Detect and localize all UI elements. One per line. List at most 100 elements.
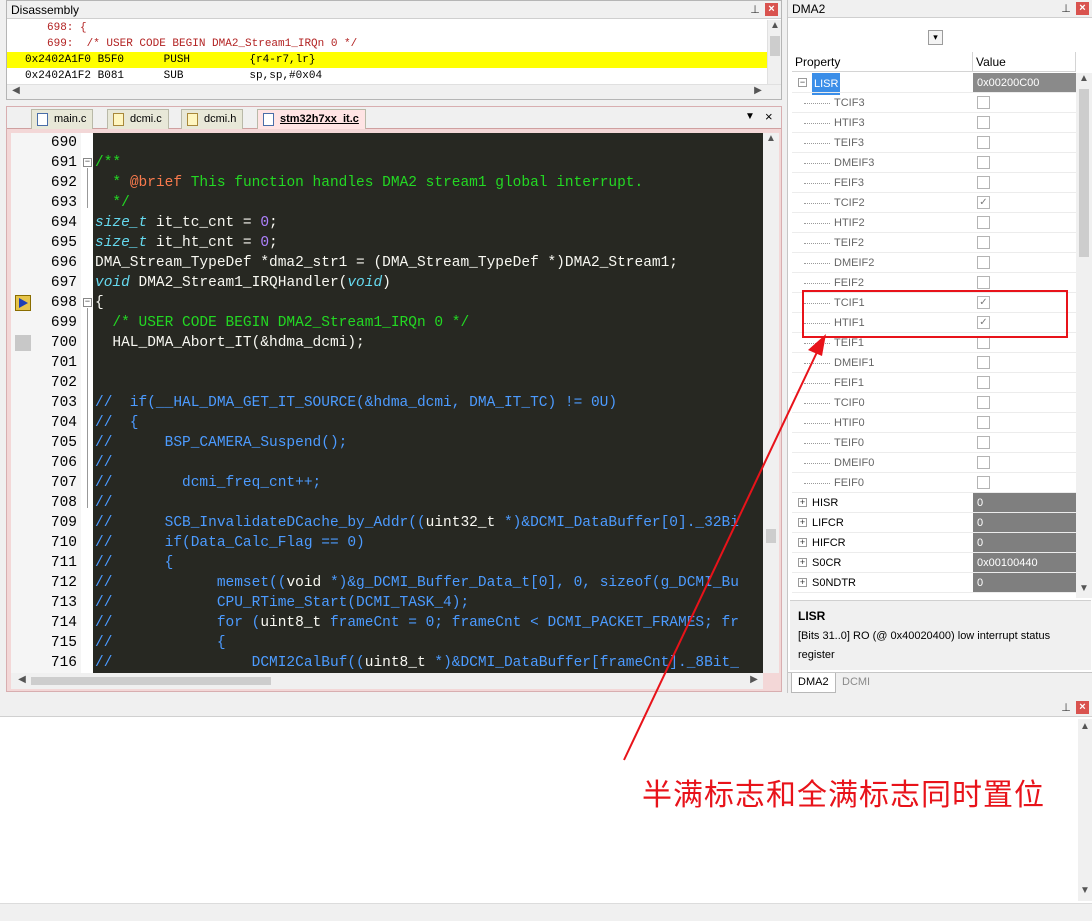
register-row[interactable]: − LISR 0x00200C00 — [792, 73, 1076, 95]
unchecked-checkbox[interactable] — [977, 416, 990, 429]
register-row[interactable]: + HIFCR 0 — [792, 533, 1076, 553]
tree-collapse-icon[interactable]: − — [798, 78, 807, 87]
scroll-down-icon[interactable]: ▼ — [1078, 885, 1092, 899]
unchecked-checkbox[interactable] — [977, 216, 990, 229]
code-line[interactable]: 702 — [11, 373, 763, 393]
execution-pointer-icon[interactable] — [15, 295, 31, 311]
code-line[interactable]: 700 HAL_DMA_Abort_IT(&hdma_dcmi); — [11, 333, 763, 353]
tab-dcmi-h[interactable]: dcmi.h — [181, 109, 244, 129]
close-icon[interactable]: × — [765, 3, 778, 16]
code-text-area[interactable]: 690 691/** −692 * @brief This function han… — [11, 133, 763, 673]
code-line[interactable]: 703 // if(__HAL_DMA_GET_IT_SOURCE(&hdma_d… — [11, 393, 763, 413]
code-line[interactable]: 716 // DCMI2CalBuf((uint8_t *)&DCMI_DataB… — [11, 653, 763, 673]
bitfield-row[interactable]: TEIF3 — [792, 133, 1076, 153]
code-line[interactable]: 709 // SCB_InvalidateDCache_by_Addr((uint… — [11, 513, 763, 533]
scroll-thumb[interactable] — [770, 36, 780, 56]
close-icon[interactable]: × — [1076, 701, 1089, 714]
property-column-header[interactable]: Property — [792, 52, 973, 72]
code-line[interactable]: 714 // for (uint8_t frameCnt = 0; frameCn… — [11, 613, 763, 633]
code-line[interactable]: 697 void DMA2_Stream1_IRQHandler(void) — [11, 273, 763, 293]
unchecked-checkbox[interactable] — [977, 96, 990, 109]
output-vertical-scrollbar[interactable]: ▲ ▼ — [1078, 719, 1092, 901]
bitfield-row[interactable]: FEIF1 — [792, 373, 1076, 393]
code-line[interactable]: 705 // BSP_CAMERA_Suspend(); — [11, 433, 763, 453]
code-line[interactable]: 712 // memset((void *)&g_DCMI_Buffer_Data… — [11, 573, 763, 593]
scroll-right-icon[interactable]: ▶ — [747, 674, 761, 688]
tab-dcmi[interactable]: DCMI — [836, 673, 876, 693]
bitfield-row[interactable]: DMEIF0 — [792, 453, 1076, 473]
code-line[interactable]: 699 /* USER CODE BEGIN DMA2_Stream1_IRQn… — [11, 313, 763, 333]
code-line[interactable]: 715 // { — [11, 633, 763, 653]
disassembly-line[interactable]: 698: { — [7, 20, 767, 36]
pin-icon[interactable]: ⊥ — [1060, 3, 1072, 15]
bitfield-row[interactable]: DMEIF3 — [792, 153, 1076, 173]
tree-expand-icon[interactable]: + — [798, 538, 807, 547]
unchecked-checkbox[interactable] — [977, 376, 990, 389]
unchecked-checkbox[interactable] — [977, 116, 990, 129]
close-icon[interactable]: × — [1076, 2, 1089, 15]
value-column-header[interactable]: Value — [973, 52, 1076, 72]
fold-collapse-icon[interactable]: − — [83, 158, 92, 167]
disassembly-line[interactable]: 0x2402A1F0 B5F0 PUSH {r4-r7,lr} — [7, 52, 767, 68]
disassembly-horizontal-scrollbar[interactable]: ◀ ▶ — [7, 84, 781, 99]
bitfield-row[interactable]: TCIF2 ✓ — [792, 193, 1076, 213]
code-line[interactable]: 701 — [11, 353, 763, 373]
tree-expand-icon[interactable]: + — [798, 558, 807, 567]
tree-expand-icon[interactable]: + — [798, 578, 807, 587]
pin-icon[interactable]: ⊥ — [1060, 702, 1072, 714]
peripheral-select-dropdown[interactable]: ▾ — [928, 30, 943, 45]
pin-icon[interactable]: ⊥ — [749, 4, 761, 16]
disassembly-listing[interactable]: 698: {699: /* USER CODE BEGIN DMA2_Strea… — [7, 20, 767, 84]
property-value-cell[interactable]: 0 — [973, 513, 1076, 533]
code-line[interactable]: 706 // — [11, 453, 763, 473]
code-line[interactable]: 691 /** − — [11, 153, 763, 173]
code-line[interactable]: 713 // CPU_RTime_Start(DCMI_TASK_4); — [11, 593, 763, 613]
unchecked-checkbox[interactable] — [977, 256, 990, 269]
bitfield-row[interactable]: TEIF2 — [792, 233, 1076, 253]
code-line[interactable]: 707 // dcmi_freq_cnt++; — [11, 473, 763, 493]
unchecked-checkbox[interactable] — [977, 156, 990, 169]
scroll-up-icon[interactable]: ▲ — [768, 20, 782, 34]
scroll-thumb[interactable] — [31, 677, 271, 685]
tab-close-icon[interactable]: × — [765, 109, 773, 124]
tree-expand-icon[interactable]: + — [798, 518, 807, 527]
tree-expand-icon[interactable]: + — [798, 498, 807, 507]
code-line[interactable]: 695 size_t it_ht_cnt = 0; — [11, 233, 763, 253]
tab-dcmi-c[interactable]: dcmi.c — [107, 109, 169, 129]
bitfield-row[interactable]: DMEIF1 — [792, 353, 1076, 373]
unchecked-checkbox[interactable] — [977, 176, 990, 189]
unchecked-checkbox[interactable] — [977, 396, 990, 409]
scroll-up-icon[interactable]: ▲ — [1078, 721, 1092, 735]
bitfield-row[interactable]: FEIF0 — [792, 473, 1076, 493]
bitfield-row[interactable]: TCIF0 — [792, 393, 1076, 413]
code-line[interactable]: 693 */ — [11, 193, 763, 213]
bitfield-row[interactable]: TEIF0 — [792, 433, 1076, 453]
tab-stm32h7xx-it-c[interactable]: stm32h7xx_it.c — [257, 109, 366, 129]
property-value-cell[interactable]: 0x00100440 — [973, 553, 1076, 573]
code-line[interactable]: 711 // { — [11, 553, 763, 573]
disassembly-line[interactable]: 0x2402A1F2 B081 SUB sp,sp,#0x04 — [7, 68, 767, 84]
disassembly-line[interactable]: 699: /* USER CODE BEGIN DMA2_Stream1_IRQ… — [7, 36, 767, 52]
property-value-cell[interactable]: 0 — [973, 573, 1076, 593]
code-line[interactable]: 710 // if(Data_Calc_Flag == 0) — [11, 533, 763, 553]
register-row[interactable]: + S0NDTR 0 — [792, 573, 1076, 593]
code-line[interactable]: 704 // { — [11, 413, 763, 433]
editor-horizontal-scrollbar[interactable]: ◀ ▶ — [11, 673, 763, 689]
unchecked-checkbox[interactable] — [977, 456, 990, 469]
editor-vertical-scrollbar[interactable]: ▲ — [763, 133, 779, 673]
bitfield-row[interactable]: DMEIF2 — [792, 253, 1076, 273]
bitfield-row[interactable]: HTIF2 — [792, 213, 1076, 233]
scroll-left-icon[interactable]: ◀ — [9, 85, 23, 99]
code-line[interactable]: 696 DMA_Stream_TypeDef *dma2_str1 = (DMA_… — [11, 253, 763, 273]
scroll-up-icon[interactable]: ▲ — [764, 133, 778, 147]
unchecked-checkbox[interactable] — [977, 236, 990, 249]
tab-dma2[interactable]: DMA2 — [791, 673, 836, 693]
unchecked-checkbox[interactable] — [977, 276, 990, 289]
code-line[interactable]: 698 {− — [11, 293, 763, 313]
register-row[interactable]: + LIFCR 0 — [792, 513, 1076, 533]
fold-collapse-icon[interactable]: − — [83, 298, 92, 307]
code-line[interactable]: 692 * @brief This function handles DMA2 … — [11, 173, 763, 193]
bitfield-row[interactable]: HTIF3 — [792, 113, 1076, 133]
property-value-cell[interactable]: 0 — [973, 533, 1076, 553]
code-line[interactable]: 708 // — [11, 493, 763, 513]
